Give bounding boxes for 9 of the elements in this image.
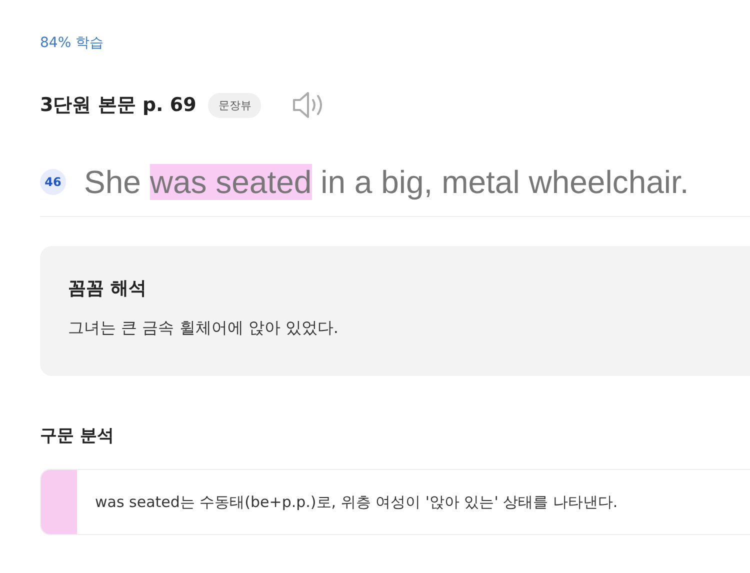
analysis-title: 구문 분석 — [40, 425, 115, 447]
sentence-view-button[interactable]: 문장뷰 — [208, 92, 262, 118]
sentence-text: She was seated in a big, metal wheelchair. — [84, 164, 689, 200]
lesson-title: 3단원 본문 p. 69 — [40, 93, 196, 118]
progress-label: 84% 학습 — [40, 34, 105, 53]
analysis-note-text: was seated는 수동태(be+p.p.)로, 위층 여성이 '앉아 있는' 상태를 나타낸다. — [94, 492, 618, 512]
sentence-number-badge: 46 — [40, 169, 66, 195]
translation-text: 그녀는 큰 금속 휠체어에 앉아 있었다. — [68, 318, 340, 339]
translation-title: 꼼꼼 해석 — [68, 277, 148, 300]
